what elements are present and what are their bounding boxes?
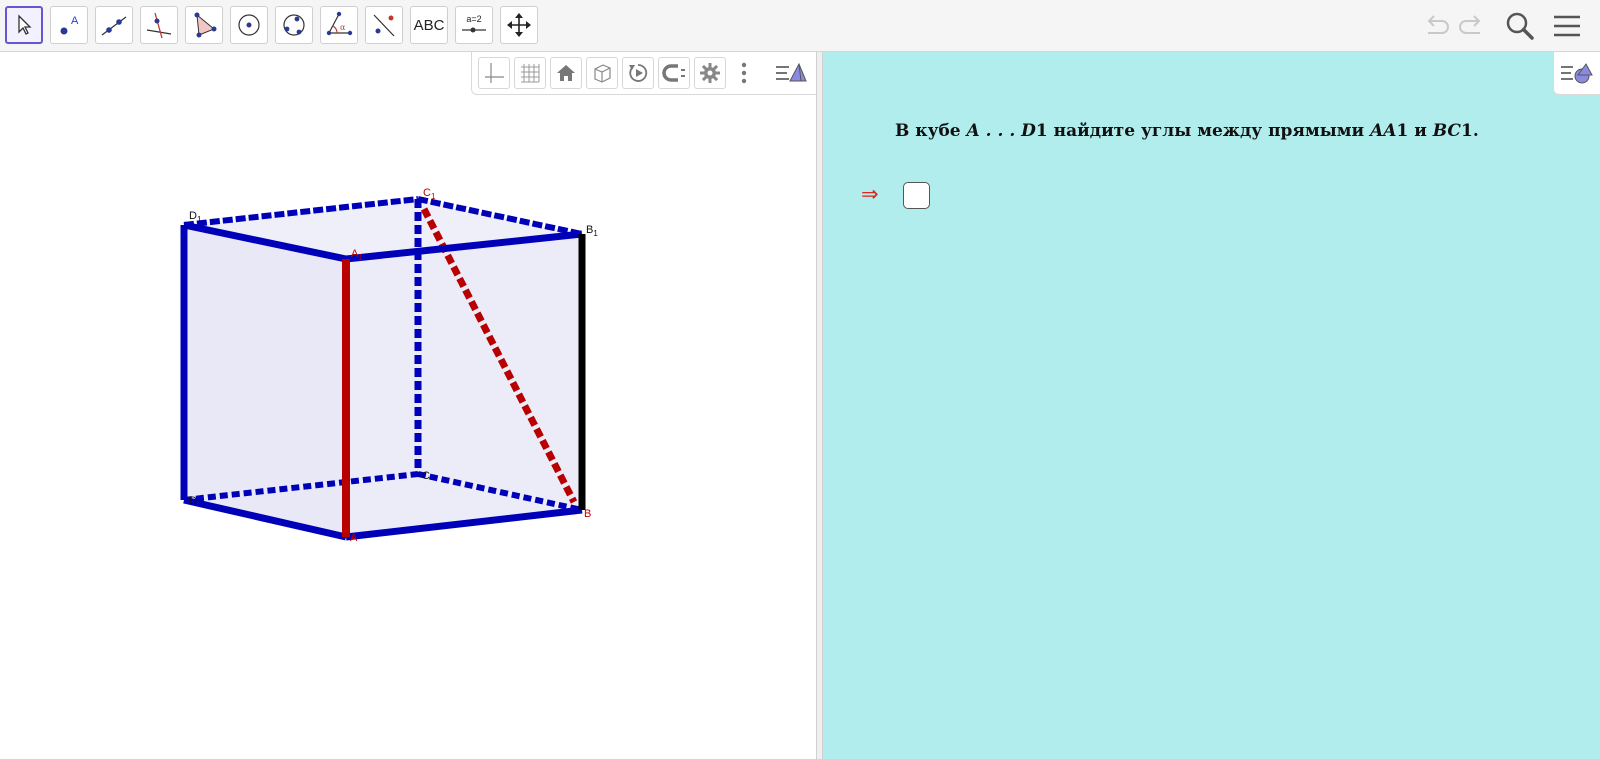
label-d1: D1: [189, 210, 202, 224]
redo-button[interactable]: [1454, 8, 1490, 44]
line-through-points-icon: [101, 16, 127, 36]
label-d: D: [189, 495, 197, 507]
toggle-panel-style-button[interactable]: [1553, 52, 1600, 95]
cube-canvas: D1 A1 C1 B1 D C B A: [180, 187, 598, 544]
hamburger-menu-icon: [1554, 15, 1580, 37]
circle-three-points-tool-button[interactable]: [275, 6, 313, 44]
text-tool-button[interactable]: ABC: [410, 6, 448, 44]
cube-face-left: [184, 225, 346, 537]
reflect-tool-button[interactable]: [365, 6, 403, 44]
angle-tool-button[interactable]: α: [320, 6, 358, 44]
reflect-about-line-icon: [373, 14, 395, 37]
problem-statement: В кубе A . . . D1 найдите углы между пря…: [895, 121, 1479, 141]
graphics-3d-view[interactable]: D1 A1 C1 B1 D C B A: [0, 52, 816, 759]
algebra-panel: В кубе A . . . D1 найдите углы между пря…: [823, 52, 1600, 759]
circle-three-points-icon: [283, 14, 305, 36]
label-c: C: [422, 470, 430, 482]
cursor-arrow-icon: [18, 14, 32, 35]
line-tool-button[interactable]: [95, 6, 133, 44]
move-tool-button[interactable]: [5, 6, 43, 44]
main-menu-button[interactable]: [1549, 8, 1585, 44]
svg-text:a=2: a=2: [466, 14, 481, 24]
polygon-icon: [194, 12, 217, 38]
view-splitter[interactable]: [816, 52, 823, 759]
cube-face-front: [346, 234, 582, 537]
perpendicular-line-icon: [146, 12, 172, 39]
label-b1: B1: [586, 224, 598, 238]
undo-icon: [1427, 15, 1449, 34]
answer-checkbox[interactable]: [903, 182, 930, 209]
angle-icon: α: [326, 11, 353, 36]
undo-button[interactable]: [1418, 8, 1454, 44]
point-icon: A: [60, 15, 79, 35]
svg-text:α: α: [340, 23, 346, 32]
search-icon: [1506, 12, 1534, 40]
polygon-tool-button[interactable]: [185, 6, 223, 44]
label-b: B: [584, 508, 591, 520]
svg-text:A: A: [71, 15, 79, 27]
label-a: A: [350, 532, 358, 544]
slider-tool-button[interactable]: a=2: [455, 6, 493, 44]
slider-icon: a=2: [462, 14, 486, 33]
circle-center-icon: [238, 14, 260, 36]
main-toolbar: A α ABC a=2: [0, 0, 1600, 52]
label-c1: C1: [423, 187, 436, 201]
redo-icon: [1459, 15, 1481, 34]
search-button[interactable]: [1502, 8, 1538, 44]
text-tool-label: ABC: [413, 16, 445, 34]
circle-tool-button[interactable]: [230, 6, 268, 44]
move-arrows-icon: [507, 13, 531, 37]
style-bar-circle-triangle-icon: [1561, 63, 1593, 84]
move-graphics-tool-button[interactable]: [500, 6, 538, 44]
perpendicular-tool-button[interactable]: [140, 6, 178, 44]
answer-arrow: ⇒: [861, 182, 879, 206]
point-tool-button[interactable]: A: [50, 6, 88, 44]
